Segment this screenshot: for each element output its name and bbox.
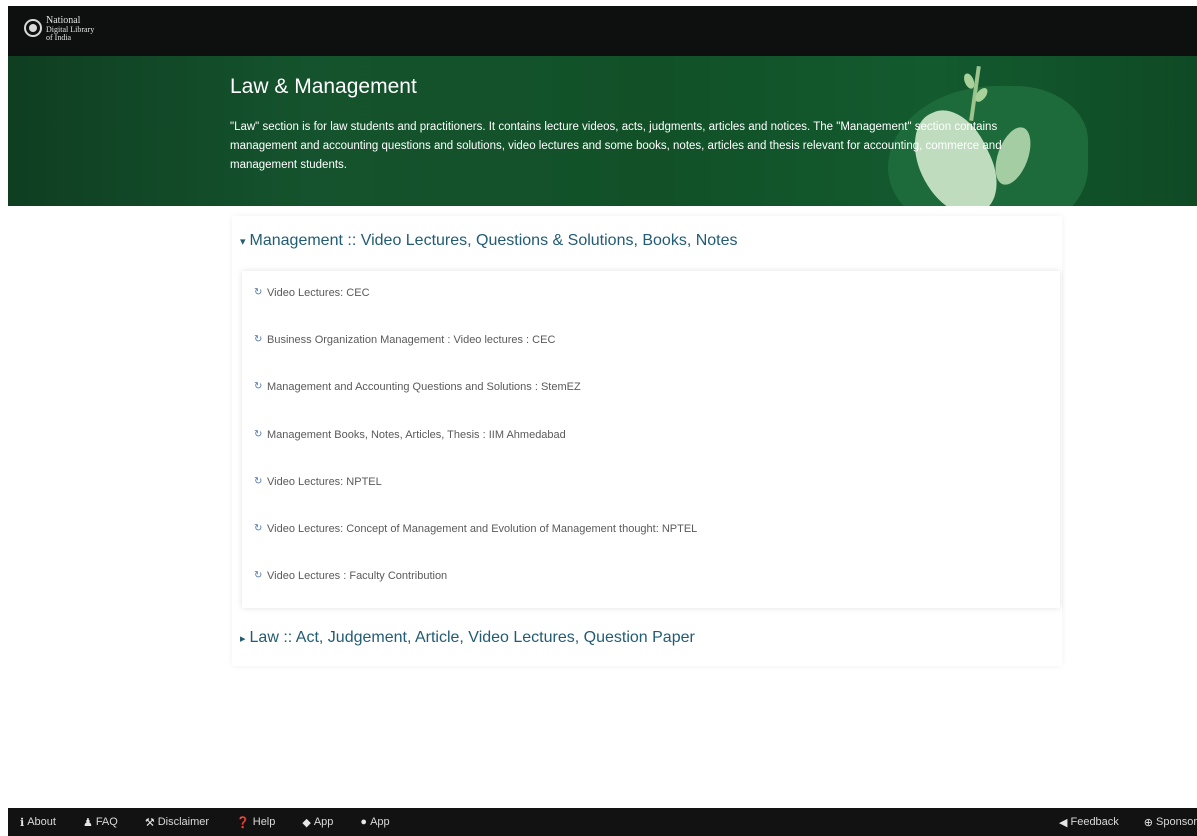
gavel-icon: ⚒: [144, 816, 155, 829]
list-item[interactable]: ↻ Video Lectures: CEC: [254, 287, 370, 299]
footer-link-label: FAQ: [95, 816, 118, 828]
info-icon: ℹ: [20, 816, 25, 829]
help-icon: ❓: [236, 816, 250, 829]
list-item[interactable]: ↻ Video Lectures: Concept of Management …: [254, 523, 697, 535]
ndl-logo-text: National Digital Library of India: [46, 16, 94, 42]
footer-link-label: Feedback: [1070, 816, 1119, 828]
list-item-label: Video Lectures : Faculty Contribution: [267, 570, 448, 582]
top-bar: National Digital Library of India: [8, 6, 1197, 56]
footer-link-label: Disclaimer: [157, 816, 210, 828]
footer-link-help[interactable]: ❓ Help: [236, 816, 275, 829]
list-item-label: Video Lectures: CEC: [267, 287, 370, 299]
footer-link-sponsor[interactable]: ⊕ Sponsor: [1144, 816, 1197, 829]
external-link-icon: ↻: [254, 523, 263, 534]
external-link-icon: ↻: [254, 287, 263, 298]
footer-link-about[interactable]: ℹ About: [20, 816, 56, 829]
footer-link-disclaimer[interactable]: ⚒ Disclaimer: [145, 816, 209, 829]
caret-right-icon: ▸: [240, 632, 246, 645]
list-item-label: Video Lectures: Concept of Management an…: [267, 523, 698, 535]
footer-link-faq[interactable]: ♟ FAQ: [83, 816, 118, 829]
sponsor-icon: ⊕: [1143, 816, 1154, 829]
apple-icon: ●: [360, 816, 368, 828]
footer-right-links: ◀ Feedback ⊕ Sponsor: [1059, 808, 1197, 836]
hero-banner: Law & Management "Law" section is for la…: [8, 56, 1197, 206]
bullhorn-icon: ◀: [1059, 816, 1068, 829]
law-section-title: Law :: Act, Judgement, Article, Video Le…: [249, 629, 695, 646]
external-link-icon: ↻: [254, 429, 263, 440]
list-item[interactable]: ↻ Business Organization Management : Vid…: [254, 334, 555, 346]
content-panel: ▾ Management :: Video Lectures, Question…: [232, 216, 1062, 666]
footer-link-label: App: [370, 816, 390, 828]
list-item-label: Management Books, Notes, Articles, Thesi…: [267, 429, 566, 441]
footer-left-links: ℹ About ♟ FAQ ⚒ Disclaimer ❓ Help ◆ App …: [20, 816, 390, 829]
page: National Digital Library of India Law & …: [0, 0, 1197, 836]
law-section-toggle[interactable]: ▸ Law :: Act, Judgement, Article, Video …: [240, 629, 695, 647]
external-link-icon: ↻: [254, 570, 263, 581]
logo-line-3: of India: [46, 33, 72, 42]
android-icon: ◆: [302, 816, 311, 829]
list-item[interactable]: ↻ Management Books, Notes, Articles, The…: [254, 429, 566, 441]
footer-link-label: App: [313, 816, 334, 828]
caret-down-icon: ▾: [240, 235, 246, 248]
list-item-label: Video Lectures: NPTEL: [267, 476, 382, 488]
management-section-title: Management :: Video Lectures, Questions …: [249, 232, 738, 249]
footer-link-label: About: [27, 816, 56, 828]
page-description: "Law" section is for law students and pr…: [230, 121, 1002, 171]
external-link-icon: ↻: [254, 334, 263, 345]
footer-link-label: Help: [252, 816, 276, 828]
external-link-icon: ↻: [254, 476, 263, 487]
page-title: Law & Management: [230, 75, 417, 98]
footer-bar: ℹ About ♟ FAQ ⚒ Disclaimer ❓ Help ◆ App …: [8, 808, 1197, 836]
list-item[interactable]: ↻ Management and Accounting Questions an…: [254, 381, 581, 393]
external-link-icon: ↻: [254, 381, 263, 392]
ndl-logo-icon: [24, 19, 42, 37]
ndl-logo[interactable]: National Digital Library of India: [24, 16, 94, 42]
footer-link-feedback[interactable]: ◀ Feedback: [1059, 816, 1119, 829]
management-section-toggle[interactable]: ▾ Management :: Video Lectures, Question…: [240, 232, 738, 250]
footer-link-android-app[interactable]: ◆ App: [302, 816, 333, 829]
footer-link-label: Sponsor: [1156, 816, 1197, 828]
footer-link-ios-app[interactable]: ● App: [360, 816, 389, 828]
list-item[interactable]: ↻ Video Lectures: NPTEL: [254, 476, 382, 488]
faq-icon: ♟: [82, 816, 93, 829]
management-items-box: ↻ Video Lectures: CEC ↻ Business Organiz…: [242, 271, 1060, 608]
list-item[interactable]: ↻ Video Lectures : Faculty Contribution: [254, 570, 447, 582]
list-item-label: Management and Accounting Questions and …: [267, 381, 581, 393]
list-item-label: Business Organization Management : Video…: [267, 334, 556, 346]
